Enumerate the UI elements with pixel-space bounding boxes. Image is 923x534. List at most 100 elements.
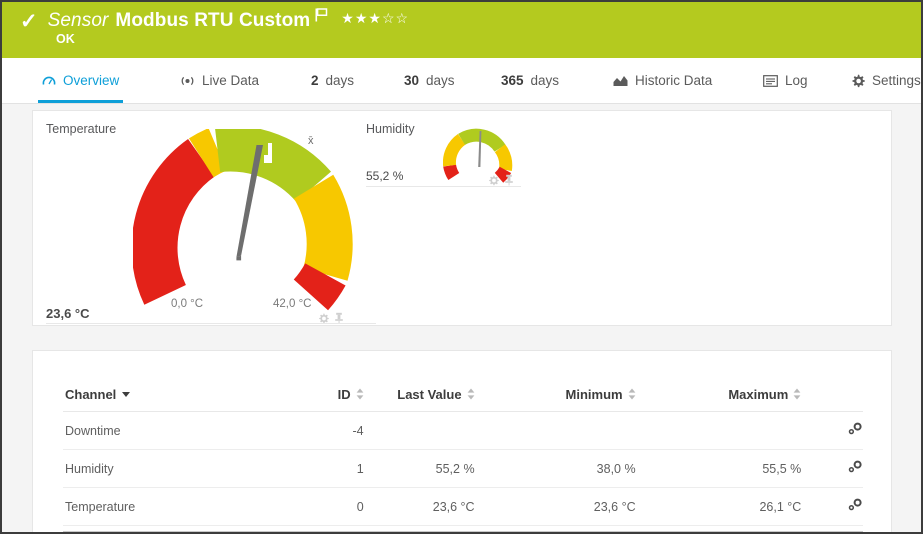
channels-table: Channel ID Last Value Minimum Maximum Do… bbox=[63, 387, 863, 526]
star-empty-4[interactable]: ☆ bbox=[382, 10, 396, 26]
cell-channel: Temperature bbox=[63, 487, 269, 526]
signal-icon bbox=[180, 75, 195, 87]
cell-id: 1 bbox=[268, 449, 364, 488]
settings-gear-icon[interactable] bbox=[847, 422, 863, 439]
prtg-sensor-window: ✓ Sensor Modbus RTU Custom ★★★☆☆ OK Over… bbox=[0, 0, 923, 534]
settings-gear-icon[interactable] bbox=[847, 498, 863, 515]
star-filled-1[interactable]: ★ bbox=[341, 10, 355, 26]
cell-last-value: 55,2 % bbox=[363, 449, 475, 488]
temperature-gauge-min-label: 0,0 °C bbox=[171, 298, 204, 310]
column-header-minimum[interactable]: Minimum bbox=[474, 387, 636, 412]
column-header-actions bbox=[801, 387, 863, 412]
checkmark-icon: ✓ bbox=[20, 9, 38, 33]
temperature-widget-divider bbox=[46, 323, 376, 324]
temperature-gauge-title: Temperature bbox=[46, 122, 117, 136]
tab-2-days[interactable]: 2 days bbox=[307, 58, 358, 103]
pin-icon[interactable] bbox=[504, 173, 514, 191]
temperature-current-value: 23,6 °C bbox=[46, 306, 90, 321]
tab-30-days[interactable]: 30 days bbox=[400, 58, 459, 103]
cell-channel: Humidity bbox=[63, 449, 269, 488]
tab-overview[interactable]: Overview bbox=[38, 58, 124, 103]
humidity-current-value: 55,2 % bbox=[366, 169, 404, 183]
chevron-down-icon bbox=[122, 392, 131, 397]
tab-30-days-number: 30 bbox=[404, 73, 420, 88]
cell-actions[interactable] bbox=[801, 487, 863, 526]
table-row[interactable]: Downtime -4 bbox=[63, 411, 863, 450]
settings-gear-icon[interactable] bbox=[847, 460, 863, 477]
table-row[interactable]: Temperature 0 23,6 °C 23,6 °C 26,1 °C bbox=[63, 487, 863, 526]
table-row[interactable]: Humidity 1 55,2 % 38,0 % 55,5 % bbox=[63, 449, 863, 488]
status-badge: OK bbox=[56, 32, 75, 46]
tab-live-data-label: Live Data bbox=[202, 73, 260, 88]
sort-arrows-icon bbox=[628, 388, 636, 403]
cell-id: 0 bbox=[268, 487, 364, 526]
cell-channel: Downtime bbox=[63, 411, 269, 450]
tab-overview-label: Overview bbox=[63, 73, 120, 88]
temperature-gauge-widget: Temperature x̄ 0,0 °C 42,0 °C 23,6 °C bbox=[33, 111, 376, 329]
mean-marker-notch bbox=[264, 143, 272, 163]
temperature-mean-marker-label: x̄ bbox=[308, 135, 314, 147]
sensor-header-titleline: ✓ Sensor Modbus RTU Custom ★★★☆☆ bbox=[20, 7, 409, 34]
tab-365-days[interactable]: 365 days bbox=[497, 58, 563, 103]
channels-card: Channel ID Last Value Minimum Maximum Do… bbox=[32, 350, 892, 532]
sensor-header: ✓ Sensor Modbus RTU Custom ★★★☆☆ OK bbox=[2, 2, 921, 58]
flag-icon[interactable] bbox=[315, 7, 328, 27]
tab-settings-label: Settings bbox=[872, 73, 921, 88]
chart-icon bbox=[613, 75, 628, 87]
gear-icon[interactable] bbox=[488, 173, 499, 191]
cell-last-value bbox=[363, 411, 475, 450]
cell-actions[interactable] bbox=[801, 411, 863, 450]
cell-actions[interactable] bbox=[801, 449, 863, 488]
cell-maximum: 55,5 % bbox=[635, 449, 802, 488]
table-header-row: Channel ID Last Value Minimum Maximum bbox=[63, 387, 863, 412]
tab-365-days-number: 365 bbox=[501, 73, 524, 88]
column-header-maximum-label: Maximum bbox=[728, 387, 789, 402]
humidity-gauge-title: Humidity bbox=[366, 122, 415, 136]
humidity-widget-tools bbox=[488, 173, 514, 191]
table-bottom-edge bbox=[63, 531, 863, 532]
humidity-gauge-widget: Humidity 55,2 % bbox=[348, 111, 523, 191]
tab-log[interactable]: Log bbox=[759, 58, 812, 103]
tab-2-days-number: 2 bbox=[311, 73, 319, 88]
cell-id: -4 bbox=[268, 411, 364, 450]
cell-maximum: 26,1 °C bbox=[635, 487, 802, 526]
column-header-last-value[interactable]: Last Value bbox=[363, 387, 475, 412]
tab-2-days-unit: days bbox=[325, 73, 355, 88]
sort-arrows-icon bbox=[356, 388, 364, 403]
star-empty-5[interactable]: ☆ bbox=[396, 10, 410, 26]
cell-last-value: 23,6 °C bbox=[363, 487, 475, 526]
tab-historic-data[interactable]: Historic Data bbox=[609, 58, 716, 103]
humidity-widget-divider bbox=[366, 186, 521, 187]
tab-live-data[interactable]: Live Data bbox=[176, 58, 263, 103]
gauge-icon bbox=[42, 74, 56, 88]
cell-minimum bbox=[474, 411, 636, 450]
column-header-last-value-label: Last Value bbox=[397, 387, 462, 402]
log-icon bbox=[763, 74, 778, 87]
column-header-channel[interactable]: Channel bbox=[63, 387, 269, 412]
sort-arrows-icon bbox=[793, 388, 801, 403]
sensor-name: Modbus RTU Custom bbox=[115, 10, 311, 31]
tab-settings[interactable]: Settings bbox=[847, 58, 921, 103]
tab-historic-data-label: Historic Data bbox=[635, 73, 713, 88]
gear-icon[interactable] bbox=[318, 311, 329, 329]
temperature-gauge-max-label: 42,0 °C bbox=[273, 298, 312, 310]
column-header-id[interactable]: ID bbox=[268, 387, 364, 412]
pin-icon[interactable] bbox=[334, 311, 344, 329]
star-filled-2[interactable]: ★ bbox=[355, 10, 369, 26]
temperature-widget-tools bbox=[318, 311, 344, 329]
sensor-type-label: Sensor bbox=[47, 10, 109, 31]
column-header-id-label: ID bbox=[337, 387, 351, 402]
temperature-gauge-graphic bbox=[133, 129, 353, 311]
tab-log-label: Log bbox=[785, 73, 808, 88]
priority-stars[interactable]: ★★★☆☆ bbox=[341, 10, 409, 27]
tab-bar: Overview Live Data 2 days 30 days 365 da… bbox=[2, 58, 921, 104]
column-header-channel-label: Channel bbox=[65, 387, 117, 402]
gear-icon bbox=[851, 74, 865, 88]
column-header-maximum[interactable]: Maximum bbox=[635, 387, 802, 412]
cell-minimum: 23,6 °C bbox=[474, 487, 636, 526]
gauges-card: Temperature x̄ 0,0 °C 42,0 °C 23,6 °C Hu… bbox=[32, 110, 892, 326]
sort-arrows-icon bbox=[467, 388, 475, 403]
cell-maximum bbox=[635, 411, 802, 450]
tab-30-days-unit: days bbox=[426, 73, 455, 88]
star-filled-3[interactable]: ★ bbox=[368, 10, 382, 26]
